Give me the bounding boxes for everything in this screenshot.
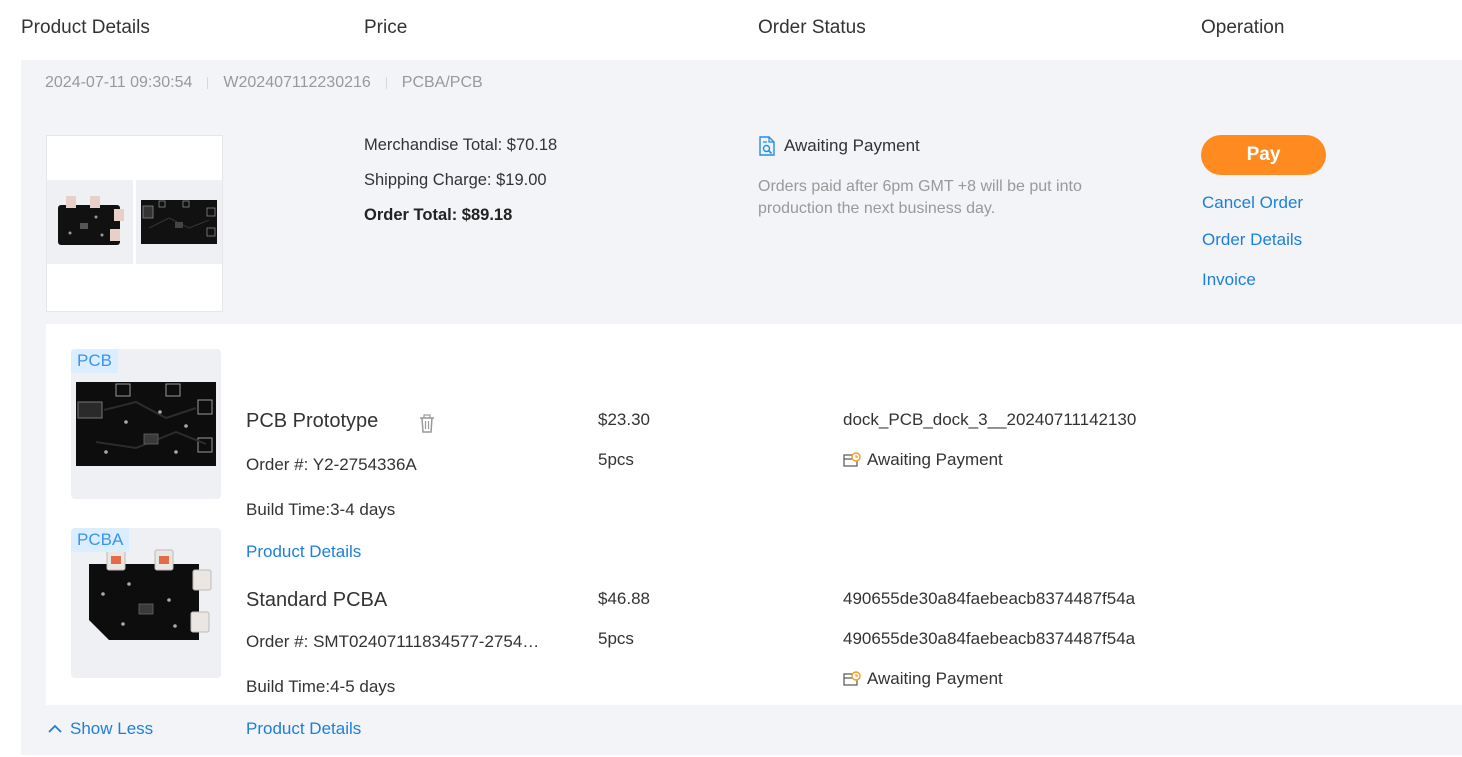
item-type-tag: PCBA: [71, 528, 130, 552]
payment-search-icon: [758, 136, 776, 156]
order-card: 2024-07-11 09:30:54 W202407112230216 PCB…: [21, 60, 1462, 755]
column-header-price: Price: [364, 17, 408, 38]
order-category: PCBA/PCB: [401, 74, 483, 91]
pcba-thumbnail-image: [47, 180, 133, 264]
cancel-order-link[interactable]: Cancel Order: [1202, 193, 1303, 213]
order-thumbnail[interactable]: [46, 135, 223, 312]
item-order-number: Order #: SMT02407111834577-2754336A: [246, 632, 546, 651]
item-status-label: Awaiting Payment: [867, 669, 1003, 688]
item-type-tag: PCB: [71, 349, 118, 373]
item-name: Standard PCBA: [246, 589, 388, 611]
payment-clock-icon: [843, 671, 861, 687]
item-status: Awaiting Payment: [843, 450, 1003, 470]
item-quantity: 5pcs: [598, 450, 634, 469]
show-less-label: Show Less: [70, 719, 154, 738]
pcba-board-image: [89, 549, 212, 640]
production-notice: Orders paid after 6pm GMT +8 will be put…: [758, 178, 1082, 217]
item-file-name: dock_PCB_dock_3__20240711142130: [843, 410, 1137, 429]
merchandise-total: Merchandise Total: $70.18: [364, 136, 558, 154]
invoice-link[interactable]: Invoice: [1202, 270, 1256, 290]
product-details-link[interactable]: Product Details: [246, 719, 361, 739]
item-quantity: 5pcs: [598, 629, 634, 648]
column-header-operation: Operation: [1201, 17, 1285, 38]
order-items-panel: PCB PCB Prototype Order #: Y2-2754336A B…: [46, 324, 1462, 738]
order-details-link[interactable]: Order Details: [1202, 230, 1302, 250]
payment-clock-icon: [843, 452, 861, 468]
pay-button[interactable]: Pay: [1201, 135, 1326, 175]
chevron-up-icon: [47, 724, 63, 734]
meta-divider: [385, 77, 387, 89]
item-file-name: 490655de30a84faebeacb8374487f54a: [843, 589, 1136, 608]
order-status: Awaiting Payment: [758, 136, 920, 156]
item-file-name: 490655de30a84faebeacb8374487f54a: [843, 629, 1136, 648]
order-meta-row: 2024-07-11 09:30:54 W202407112230216 PCB…: [45, 74, 483, 92]
order-status-label: Awaiting Payment: [784, 136, 920, 155]
order-total: Order Total: $89.18: [364, 206, 513, 224]
item-order-number: Order #: Y2-2754336A: [246, 455, 417, 474]
show-less-toggle[interactable]: Show Less: [47, 719, 153, 739]
pcb-thumbnail-image: [136, 180, 222, 264]
item-price: $23.30: [598, 410, 650, 429]
pcb-item-thumbnail[interactable]: PCB: [71, 349, 221, 499]
column-header-order-status: Order Status: [758, 17, 866, 38]
item-status: Awaiting Payment: [843, 669, 1003, 689]
item-name: PCB Prototype: [246, 410, 379, 432]
order-datetime: 2024-07-11 09:30:54: [45, 74, 193, 91]
pcb-board-image: [76, 382, 216, 466]
shipping-charge: Shipping Charge: $19.00: [364, 171, 547, 189]
meta-divider: [207, 77, 209, 89]
item-build-time: Build Time:3-4 days: [246, 500, 396, 519]
pcba-item-thumbnail[interactable]: PCBA: [71, 528, 221, 678]
column-header-product-details: Product Details: [21, 17, 150, 38]
trash-icon[interactable]: [418, 414, 436, 439]
order-number: W202407112230216: [223, 74, 371, 91]
item-build-time: Build Time:4-5 days: [246, 677, 396, 696]
product-details-link[interactable]: Product Details: [246, 542, 361, 562]
item-status-label: Awaiting Payment: [867, 450, 1003, 469]
item-price: $46.88: [598, 589, 650, 608]
